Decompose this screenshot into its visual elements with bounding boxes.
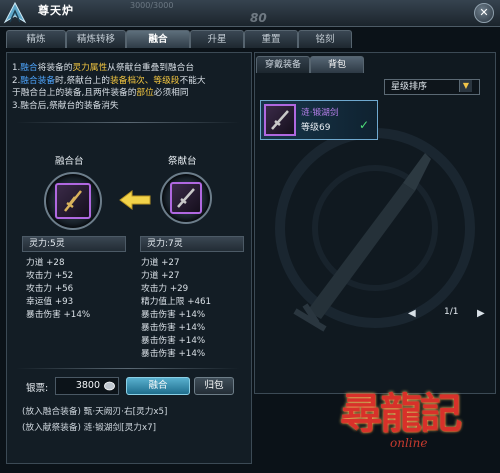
sacrifice-spirit-bar: 灵力:7灵 [140,236,244,252]
return-to-bag-button[interactable]: 归包 [194,377,234,395]
rule-line-1: 1.融合将装备的灵力属性从祭献台重叠到融合台 [12,63,195,73]
game-logo-icon [3,1,27,24]
sacrifice-stat: 暴击伤害 +14% [141,349,206,359]
fusion-stat: 攻击力 +56 [26,284,74,294]
fusion-stat: 力道 +28 [26,258,65,268]
background-level-text: 80 [250,11,267,25]
fusion-item-icon[interactable] [55,183,91,219]
silver-label: 银票: [26,383,49,394]
fusion-stat: 暴击伤害 +14% [26,310,91,320]
sacrifice-stat: 暴击伤害 +14% [141,336,206,346]
tab-bar: 精炼 精炼转移 融合 升星 重置 铭刻 [0,30,500,48]
fusion-altar-title: 融合台 [55,156,84,167]
silver-value: 3800 [75,380,100,391]
silver-field: 3800 [55,377,119,395]
check-icon: ✓ [359,118,370,132]
tab-star-up[interactable]: 升星 [190,30,244,48]
sacrifice-stat: 力道 +27 [141,271,180,281]
silver-icon [104,381,115,391]
fusion-rules-text: 1.融合将装备的灵力属性从祭献台重叠到融合台 2.融合装备时,祭献台上的装备档次… [12,62,248,112]
fusion-stat: 幸运值 +93 [26,297,74,307]
page-indicator: 1/1 [444,307,459,317]
bag-item-name: 涟·锻湖剑 [301,108,339,118]
bag-item-icon [264,104,296,136]
tab-reset[interactable]: 重置 [244,30,298,48]
sacrifice-altar-title: 祭献台 [168,156,197,167]
background-hp-text: 3000/3000 [130,1,174,10]
brand-logo: 尋龍記 online [330,378,500,468]
fusion-log-line: (放入融合装备) 甄·天阙刃·右[灵力x5] [22,407,168,417]
sacrifice-stat: 力道 +27 [141,258,180,268]
sacrifice-stat: 攻击力 +29 [141,284,189,294]
rule-line-2: 2.融合装备时,祭献台上的装备档次、等级段不能大 [12,75,206,86]
sacrifice-stat: 精力值上限 +461 [141,297,212,307]
arrow-left-icon [119,190,151,210]
fusion-spirit-bar: 灵力:5灵 [22,236,126,252]
page-next-icon[interactable]: ▶ [477,308,485,319]
divider [16,122,240,123]
divider [16,368,240,369]
rule-line-3: 于融合台上的装备,且两件装备的部位必须相同 [12,88,189,98]
close-icon: ✕ [479,6,489,19]
brand-logo-title: 尋龍記 [340,389,462,438]
tab-refine[interactable]: 精炼 [6,30,66,48]
tab-equipped[interactable]: 穿戴装备 [256,56,310,73]
window-title: 尊天炉 [38,4,74,17]
tab-fusion[interactable]: 融合 [126,30,190,48]
bag-item-slot[interactable]: 涟·锻湖剑 等级69 ✓ [260,100,378,140]
sacrifice-stat: 暴击伤害 +14% [141,323,206,333]
sacrifice-stat: 暴击伤害 +14% [141,310,206,320]
fuse-button[interactable]: 融合 [126,377,190,395]
brand-logo-subtitle: online [390,436,428,450]
tab-refine-transfer[interactable]: 精炼转移 [66,30,126,48]
sacrifice-item-icon[interactable] [170,182,202,214]
dropdown-arrow-icon[interactable]: ▼ [459,80,472,92]
tab-bag[interactable]: 背包 [310,56,364,73]
sacrifice-log-line: (放入献祭装备) 涟·锻湖剑[灵力x7] [22,423,156,433]
page-prev-icon[interactable]: ◀ [408,308,416,319]
bag-item-level: 等级69 [301,123,331,133]
rule-line-4: 3.融合后,祭献台的装备消失 [12,100,119,111]
fusion-stat: 攻击力 +52 [26,271,74,281]
tab-inscribe[interactable]: 铭刻 [298,30,352,48]
close-button[interactable]: ✕ [474,3,494,23]
